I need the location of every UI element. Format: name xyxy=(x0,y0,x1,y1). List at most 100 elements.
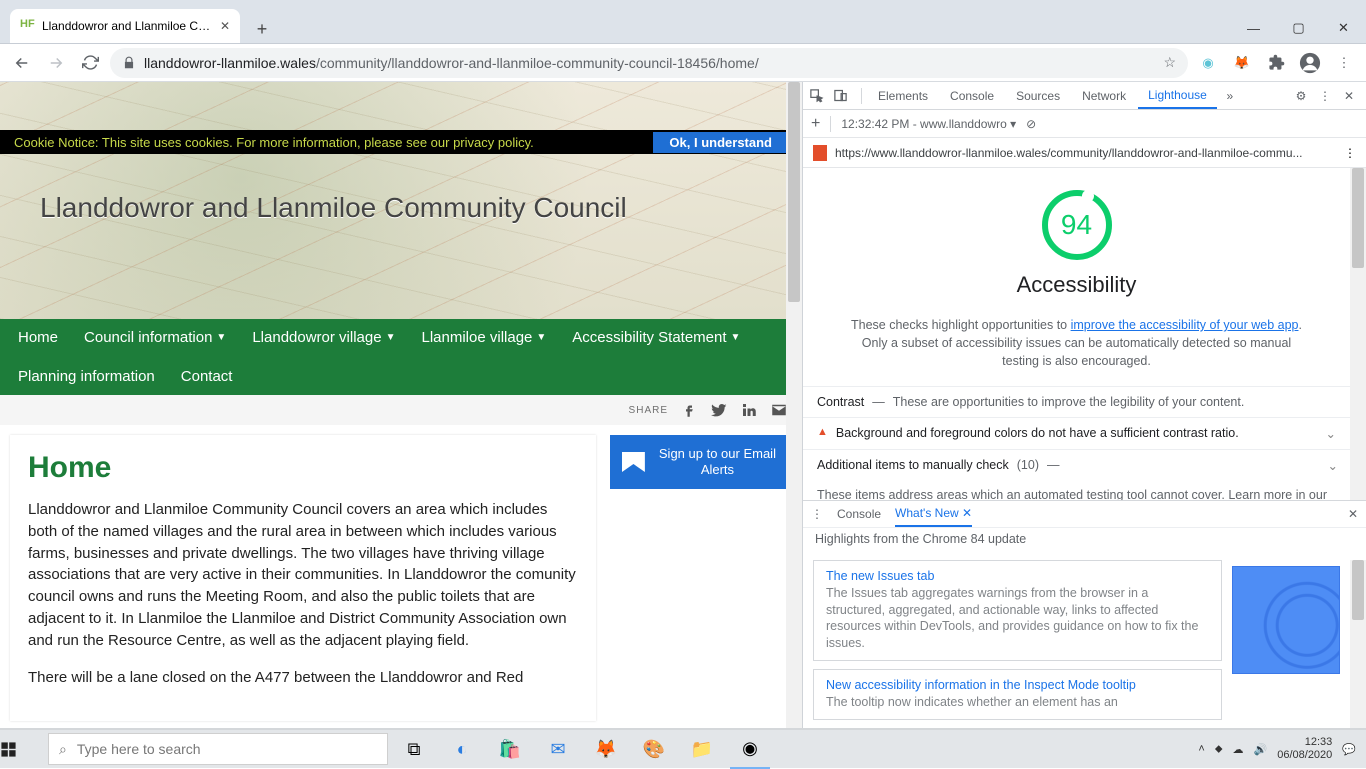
lock-icon xyxy=(122,56,136,70)
category-description: These checks highlight opportunities to … xyxy=(803,306,1350,386)
nav-contact[interactable]: Contact xyxy=(181,368,233,385)
star-icon[interactable]: ☆ xyxy=(1163,54,1176,71)
url-path: /community/llanddowror-and-llanmiloe-com… xyxy=(316,55,759,71)
close-icon[interactable]: ✕ xyxy=(220,19,230,33)
nav-planning[interactable]: Planning information xyxy=(18,368,155,385)
device-toggle-icon[interactable] xyxy=(833,88,855,103)
promo-graphic xyxy=(1232,566,1340,674)
nav-llanmiloe[interactable]: Llanmiloe village ▼ xyxy=(421,329,546,346)
drawer-kebab-icon[interactable]: ⋮ xyxy=(811,507,823,521)
extensions-button[interactable] xyxy=(1262,49,1290,77)
facebook-icon[interactable] xyxy=(680,401,698,419)
kebab-icon[interactable]: ⋮ xyxy=(1314,89,1336,103)
cookie-accept-button[interactable]: Ok, I understand xyxy=(653,132,788,153)
nav-accessibility[interactable]: Accessibility Statement ▼ xyxy=(572,329,740,346)
reload-button[interactable] xyxy=(76,49,104,77)
minimize-button[interactable]: — xyxy=(1231,13,1276,43)
nav-council[interactable]: Council information ▼ xyxy=(84,329,226,346)
explorer-icon[interactable]: 📁 xyxy=(682,729,722,769)
extension-icon[interactable]: ◉ xyxy=(1194,49,1222,77)
audit-contrast-ratio[interactable]: ▲ Background and foreground colors do no… xyxy=(803,417,1350,449)
tab-sources[interactable]: Sources xyxy=(1006,82,1070,109)
card-title: New accessibility information in the Ins… xyxy=(826,678,1209,692)
page-heading: Home xyxy=(28,451,578,485)
chevron-down-icon: ⌄ xyxy=(1326,426,1336,441)
alerts-label: Sign up to our Email Alerts xyxy=(655,446,780,477)
clear-icon[interactable]: ⊘ xyxy=(1026,117,1036,131)
tab-elements[interactable]: Elements xyxy=(868,82,938,109)
chevron-down-icon: ▼ xyxy=(731,332,741,343)
twitter-icon[interactable] xyxy=(710,401,728,419)
warning-icon: ▲ xyxy=(817,426,828,438)
chevron-down-icon: ▼ xyxy=(216,332,226,343)
audit-group-manual[interactable]: Additional items to manually check(10)— … xyxy=(803,449,1350,499)
accessibility-help-link[interactable]: improve the accessibility of your web ap… xyxy=(1071,318,1299,332)
nav-llanddowror[interactable]: Llanddowror village ▼ xyxy=(252,329,395,346)
taskbar-search[interactable]: ⌕ Type here to search xyxy=(48,733,388,765)
mail-icon[interactable]: ✉ xyxy=(538,729,578,769)
edge-icon[interactable]: ◐ xyxy=(442,729,482,769)
site-title: Llanddowror and Llanmiloe Community Coun… xyxy=(40,192,627,224)
system-clock[interactable]: 12:33 06/08/2020 xyxy=(1277,736,1332,761)
notifications-icon[interactable]: 💬 xyxy=(1342,743,1356,756)
share-label: SHARE xyxy=(629,405,668,416)
nav-home[interactable]: Home xyxy=(18,329,58,346)
devtools-scrollbar[interactable] xyxy=(1350,168,1366,500)
category-label: Accessibility xyxy=(813,272,1340,298)
paint-icon[interactable]: 🎨 xyxy=(634,729,674,769)
cookie-text: Cookie Notice: This site uses cookies. F… xyxy=(14,135,534,150)
onedrive-icon[interactable]: ☁ xyxy=(1233,743,1244,756)
whatsnew-card[interactable]: New accessibility information in the Ins… xyxy=(813,669,1222,720)
kebab-icon[interactable]: ⋮ xyxy=(1344,146,1356,160)
chevron-down-icon: ⌄ xyxy=(1328,458,1338,473)
body-para-2: There will be a lane closed on the A477 … xyxy=(28,667,578,689)
close-window-button[interactable]: ✕ xyxy=(1321,13,1366,43)
whatsnew-card[interactable]: The new Issues tab The Issues tab aggreg… xyxy=(813,560,1222,662)
task-view-icon[interactable]: ⧉ xyxy=(394,729,434,769)
tab-console[interactable]: Console xyxy=(940,82,1004,109)
tab-network[interactable]: Network xyxy=(1072,82,1136,109)
volume-icon[interactable]: 🔊 xyxy=(1254,743,1268,756)
firefox-icon[interactable]: 🦊 xyxy=(586,729,626,769)
score-value: 94 xyxy=(1061,209,1092,241)
back-button[interactable] xyxy=(8,49,36,77)
maximize-button[interactable]: ▢ xyxy=(1276,13,1321,43)
gear-icon[interactable]: ⚙ xyxy=(1290,89,1312,103)
dropbox-icon[interactable]: ⬥ xyxy=(1215,743,1223,756)
chrome-icon[interactable]: ◉ xyxy=(730,729,770,769)
menu-button[interactable]: ⋮ xyxy=(1330,49,1358,77)
search-placeholder: Type here to search xyxy=(77,741,201,757)
audit-group-contrast[interactable]: Contrast—These are opportunities to impr… xyxy=(803,386,1350,417)
close-drawer-icon[interactable]: ✕ xyxy=(1348,507,1358,521)
new-tab-button[interactable]: + xyxy=(248,15,276,43)
email-alerts-button[interactable]: Sign up to our Email Alerts xyxy=(610,435,792,489)
profile-button[interactable] xyxy=(1296,49,1324,77)
store-icon[interactable]: 🛍️ xyxy=(490,729,530,769)
main-nav: Home Council information ▼ Llanddowror v… xyxy=(0,319,802,395)
accessibility-score-gauge: 94 xyxy=(1042,190,1112,260)
forward-button[interactable] xyxy=(42,49,70,77)
start-button[interactable] xyxy=(0,741,48,758)
browser-tab[interactable]: HF Llanddowror and Llanmiloe Com ✕ xyxy=(10,9,240,43)
cookie-banner: Cookie Notice: This site uses cookies. F… xyxy=(0,130,802,154)
drawer-tab-console[interactable]: Console xyxy=(837,507,881,521)
card-desc: The Issues tab aggregates warnings from … xyxy=(826,585,1209,653)
extension-fox-icon[interactable]: 🦊 xyxy=(1228,49,1256,77)
tab-lighthouse[interactable]: Lighthouse xyxy=(1138,82,1217,109)
report-url: https://www.llanddowror-llanmiloe.wales/… xyxy=(835,146,1336,160)
amp-badge-icon xyxy=(813,145,827,161)
drawer-tab-whatsnew[interactable]: What's New ✕ xyxy=(895,501,972,527)
chevron-down-icon: ▼ xyxy=(536,332,546,343)
highlights-heading: Highlights from the Chrome 84 update xyxy=(803,528,1366,554)
tray-expand-icon[interactable]: ˄ xyxy=(1198,743,1204,755)
inspect-element-icon[interactable] xyxy=(809,88,831,103)
more-tabs-icon[interactable]: » xyxy=(1219,89,1241,103)
close-devtools-icon[interactable]: ✕ xyxy=(1338,89,1360,103)
address-bar[interactable]: llanddowror-llanmiloe.wales/community/ll… xyxy=(110,48,1188,78)
page-scrollbar[interactable] xyxy=(786,82,802,728)
report-timestamp[interactable]: 12:32:42 PM - www.llanddowro ▾ xyxy=(841,117,1016,131)
chevron-down-icon: ▼ xyxy=(386,332,396,343)
add-icon[interactable]: + xyxy=(811,115,820,133)
drawer-scrollbar[interactable] xyxy=(1350,560,1366,728)
linkedin-icon[interactable] xyxy=(740,401,758,419)
